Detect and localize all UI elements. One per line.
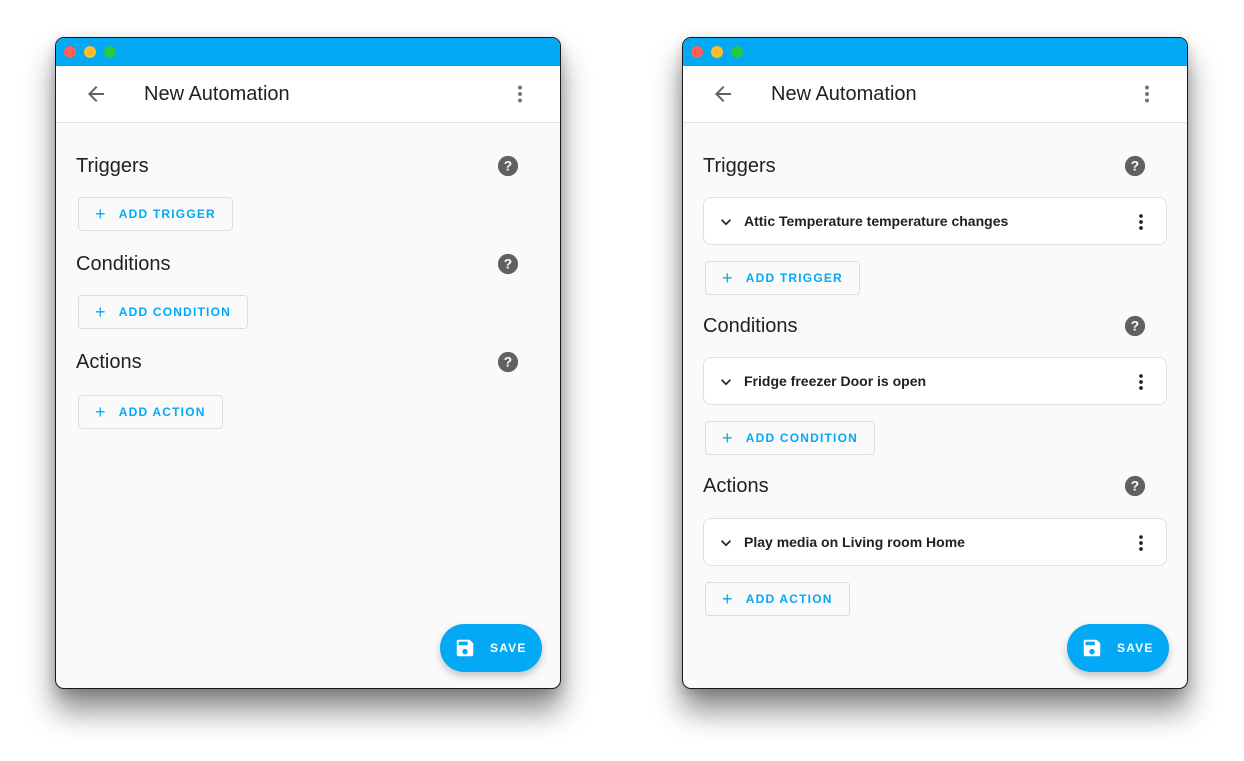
plus-icon: + <box>95 302 107 322</box>
conditions-header: Conditions ? <box>703 313 1167 343</box>
window-titlebar <box>56 38 560 66</box>
plus-icon: + <box>95 204 107 224</box>
help-circle-icon[interactable]: ? <box>1124 315 1146 337</box>
chevron-down-icon[interactable] <box>716 212 736 232</box>
dots-vertical-icon[interactable] <box>1130 532 1152 554</box>
section-title: Triggers <box>76 155 149 177</box>
save-button[interactable]: SAVE <box>440 624 542 672</box>
section-title: Actions <box>703 475 769 497</box>
svg-text:?: ? <box>1131 319 1139 334</box>
triggers-header: Triggers ? <box>703 153 1167 183</box>
svg-text:?: ? <box>504 257 512 272</box>
section-title: Actions <box>76 351 142 373</box>
close-window-button[interactable] <box>64 46 76 58</box>
triggers-header: Triggers ? <box>76 153 540 183</box>
maximize-window-button[interactable] <box>731 46 743 58</box>
automation-window-filled: New Automation Triggers ? Attic Temperat… <box>682 37 1188 689</box>
chevron-down-icon[interactable] <box>716 533 736 553</box>
plus-icon: + <box>722 589 734 609</box>
minimize-window-button[interactable] <box>84 46 96 58</box>
trigger-row[interactable]: Attic Temperature temperature changes <box>703 197 1167 245</box>
section-title: Conditions <box>703 315 798 337</box>
dots-vertical-icon[interactable] <box>1135 82 1159 106</box>
page-title: New Automation <box>144 83 290 105</box>
app-bar: New Automation <box>683 66 1187 123</box>
close-window-button[interactable] <box>691 46 703 58</box>
editor-content: Triggers ? Attic Temperature temperature… <box>683 153 1187 616</box>
help-circle-icon[interactable]: ? <box>497 155 519 177</box>
svg-text:?: ? <box>504 355 512 370</box>
plus-icon: + <box>95 402 107 422</box>
arrow-left-icon[interactable] <box>84 82 108 106</box>
svg-text:?: ? <box>1131 159 1139 174</box>
help-circle-icon[interactable]: ? <box>497 351 519 373</box>
add-condition-button[interactable]: + ADD CONDITION <box>705 421 875 455</box>
actions-header: Actions ? <box>76 349 540 379</box>
action-row[interactable]: Play media on Living room Home <box>703 518 1167 566</box>
condition-row[interactable]: Fridge freezer Door is open <box>703 357 1167 405</box>
floppy-disk-icon <box>1083 639 1101 657</box>
save-button[interactable]: SAVE <box>1067 624 1169 672</box>
maximize-window-button[interactable] <box>104 46 116 58</box>
conditions-header: Conditions ? <box>76 251 540 281</box>
page-title: New Automation <box>771 83 917 105</box>
dots-vertical-icon[interactable] <box>1130 211 1152 233</box>
section-title: Conditions <box>76 253 171 275</box>
section-title: Triggers <box>703 155 776 177</box>
plus-icon: + <box>722 428 734 448</box>
minimize-window-button[interactable] <box>711 46 723 58</box>
help-circle-icon[interactable]: ? <box>1124 475 1146 497</box>
action-description: Play media on Living room Home <box>744 534 965 550</box>
svg-text:?: ? <box>1131 479 1139 494</box>
help-circle-icon[interactable]: ? <box>1124 155 1146 177</box>
trigger-description: Attic Temperature temperature changes <box>744 213 1009 229</box>
add-trigger-button[interactable]: + ADD TRIGGER <box>78 197 233 231</box>
floppy-disk-icon <box>456 639 474 657</box>
dots-vertical-icon[interactable] <box>1130 371 1152 393</box>
window-titlebar <box>683 38 1187 66</box>
help-circle-icon[interactable]: ? <box>497 253 519 275</box>
arrow-left-icon[interactable] <box>711 82 735 106</box>
dots-vertical-icon[interactable] <box>508 82 532 106</box>
automation-window-empty: New Automation Triggers ? + ADD TRIGGER C… <box>55 37 561 689</box>
add-trigger-button[interactable]: + ADD TRIGGER <box>705 261 860 295</box>
editor-content: Triggers ? + ADD TRIGGER Conditions ? + AD… <box>56 153 560 429</box>
actions-header: Actions ? <box>703 473 1167 503</box>
add-condition-button[interactable]: + ADD CONDITION <box>78 295 248 329</box>
add-action-button[interactable]: + ADD ACTION <box>78 395 223 429</box>
app-bar: New Automation <box>56 66 560 123</box>
chevron-down-icon[interactable] <box>716 372 736 392</box>
plus-icon: + <box>722 268 734 288</box>
add-action-button[interactable]: + ADD ACTION <box>705 582 850 616</box>
condition-description: Fridge freezer Door is open <box>744 373 927 389</box>
svg-text:?: ? <box>504 159 512 174</box>
